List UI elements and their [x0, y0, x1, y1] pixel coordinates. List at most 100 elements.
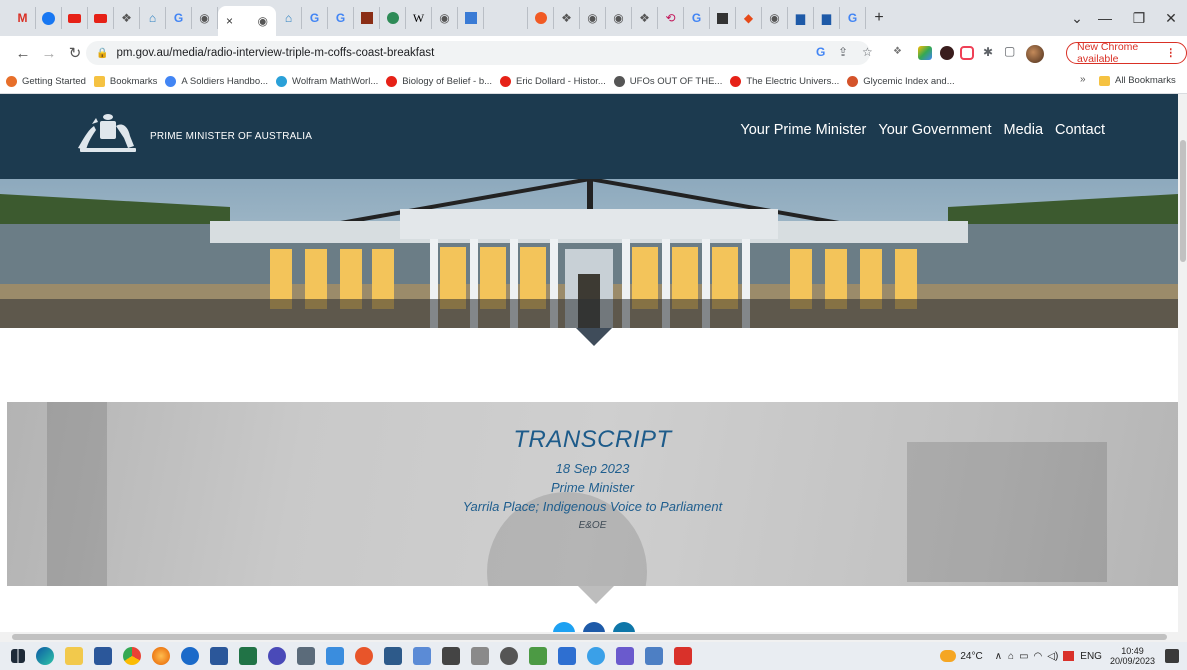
tab-google[interactable]: G	[166, 7, 192, 29]
notes-icon[interactable]	[297, 647, 315, 665]
google-lens-icon[interactable]: G	[816, 45, 825, 59]
tab-web-5[interactable]: ◉	[762, 7, 788, 29]
bookmark-item[interactable]: Bookmarks	[93, 76, 157, 87]
chart-app-icon[interactable]	[413, 647, 431, 665]
bookmarks-overflow-button[interactable]: »	[1080, 74, 1086, 85]
tab-dark[interactable]	[710, 7, 736, 29]
star-icon[interactable]: ☆	[862, 45, 873, 59]
bookmark-item[interactable]: A Soldiers Handbo...	[165, 76, 268, 87]
bookmark-item[interactable]: Glycemic Index and...	[847, 76, 955, 87]
app-icon[interactable]	[181, 647, 199, 665]
people-icon[interactable]	[616, 647, 634, 665]
weather-temp[interactable]: 24°C	[960, 651, 982, 662]
tab-chat[interactable]: ▆	[788, 7, 814, 29]
tab-web-4[interactable]: ◉	[606, 7, 632, 29]
share-facebook-button[interactable]	[583, 622, 605, 632]
pocket-icon[interactable]	[960, 46, 974, 60]
tab-chat-2[interactable]: ▆	[814, 7, 840, 29]
file-explorer-icon[interactable]	[65, 647, 83, 665]
calendar-app-icon[interactable]	[1063, 651, 1075, 661]
edge-icon[interactable]	[36, 647, 54, 665]
tab-active[interactable]: × ◉	[218, 6, 276, 36]
star-app-icon[interactable]	[268, 647, 286, 665]
calculator-icon[interactable]	[442, 647, 460, 665]
word-icon[interactable]	[210, 647, 228, 665]
tab-image[interactable]	[458, 7, 484, 29]
pdf-icon[interactable]	[674, 647, 692, 665]
dark-extension-icon[interactable]	[940, 46, 954, 60]
paint-icon[interactable]	[326, 647, 344, 665]
tab-gov[interactable]: ❖	[114, 7, 140, 29]
nav-link[interactable]: Your Prime Minister	[740, 122, 866, 138]
puzzle-icon[interactable]: ✱	[983, 45, 993, 59]
tab-google-3[interactable]: G	[328, 7, 354, 29]
address-bar[interactable]: 🔒 pm.gov.au/media/radio-interview-triple…	[86, 41, 870, 65]
clock[interactable]: 10:49 20/09/2023	[1110, 646, 1155, 666]
notification-icon[interactable]	[1165, 649, 1179, 663]
nav-link[interactable]: Media	[1004, 122, 1044, 138]
battery-icon[interactable]: ▭	[1019, 651, 1028, 662]
nav-link[interactable]: Contact	[1055, 122, 1105, 138]
bird-icon[interactable]	[384, 647, 402, 665]
new-tab-button[interactable]: +	[866, 7, 892, 29]
close-window-button[interactable]: ✕	[1150, 0, 1187, 36]
tab-google-5[interactable]: G	[840, 7, 866, 29]
tab-drop[interactable]: ◆	[736, 7, 762, 29]
bookmark-item[interactable]: Wolfram MathWorl...	[276, 76, 378, 87]
avatar[interactable]	[1026, 45, 1044, 63]
share-linkedin-button[interactable]	[613, 622, 635, 632]
tab-web-2[interactable]: ◉	[432, 7, 458, 29]
settings-icon[interactable]	[500, 647, 518, 665]
bookmark-item[interactable]: Getting Started	[6, 76, 86, 87]
tab-google-4[interactable]: G	[684, 7, 710, 29]
mail-icon[interactable]	[645, 647, 663, 665]
pen-icon[interactable]	[558, 647, 576, 665]
tab-wikipedia[interactable]: W	[406, 7, 432, 29]
forward-button[interactable]: →	[36, 40, 62, 66]
weather-icon[interactable]	[940, 650, 957, 662]
vertical-scroll-thumb[interactable]	[1180, 140, 1186, 262]
share-twitter-button[interactable]	[553, 622, 575, 632]
volume-icon[interactable]: ◁)	[1047, 651, 1058, 662]
tab-book[interactable]	[354, 7, 380, 29]
tab-gov-5[interactable]: ❖	[632, 7, 658, 29]
bookmark-item[interactable]: UFOs OUT OF THE...	[613, 76, 722, 87]
browser-app-icon[interactable]	[587, 647, 605, 665]
tab-google-2[interactable]: G	[302, 7, 328, 29]
tab-loop[interactable]: ⟲	[658, 7, 684, 29]
reload-button[interactable]: ↻	[62, 40, 88, 66]
extension-crest-icon[interactable]: ❖	[893, 46, 907, 60]
sidepanel-icon[interactable]: ▢	[1004, 44, 1015, 58]
tab-gov-4[interactable]: ❖	[554, 7, 580, 29]
excel-icon[interactable]	[239, 647, 257, 665]
bookmark-item[interactable]: The Electric Univers...	[730, 76, 839, 87]
tab-web-3[interactable]: ◉	[580, 7, 606, 29]
back-button[interactable]: ←	[10, 40, 36, 66]
tab-gov-3[interactable]: ⌂	[276, 7, 302, 29]
nav-link[interactable]: Your Government	[878, 122, 991, 138]
language-indicator[interactable]: ENG	[1080, 651, 1102, 662]
network-icon[interactable]: ⌂	[1008, 651, 1014, 662]
update-button[interactable]: New Chrome available ⋮	[1066, 41, 1187, 65]
windows-start-icon[interactable]	[11, 649, 25, 663]
chrome-icon[interactable]	[123, 647, 141, 665]
site-title[interactable]: PRIME MINISTER OF AUSTRALIA	[150, 131, 312, 142]
bookmark-item[interactable]: Biology of Belief - b...	[386, 76, 492, 87]
chevron-up-icon[interactable]: ∧	[995, 651, 1002, 662]
cube-icon[interactable]	[471, 647, 489, 665]
tab-facebook[interactable]	[36, 7, 62, 29]
tab-earth[interactable]	[380, 7, 406, 29]
media-icon[interactable]	[529, 647, 547, 665]
tab-gmail[interactable]: M	[10, 7, 36, 29]
tab-youtube[interactable]	[62, 7, 88, 29]
bookmark-item[interactable]: Eric Dollard - Histor...	[500, 76, 606, 87]
close-icon[interactable]: ×	[226, 14, 233, 28]
firefox-icon[interactable]	[152, 647, 170, 665]
tab-web[interactable]: ◉	[192, 7, 218, 29]
share-icon[interactable]: ⇪	[838, 45, 848, 59]
coat-of-arms-logo[interactable]	[70, 108, 146, 156]
tab-blank[interactable]	[484, 7, 528, 29]
drive-icon[interactable]	[918, 46, 932, 60]
photos-icon[interactable]	[355, 647, 373, 665]
tab-orange[interactable]	[528, 7, 554, 29]
